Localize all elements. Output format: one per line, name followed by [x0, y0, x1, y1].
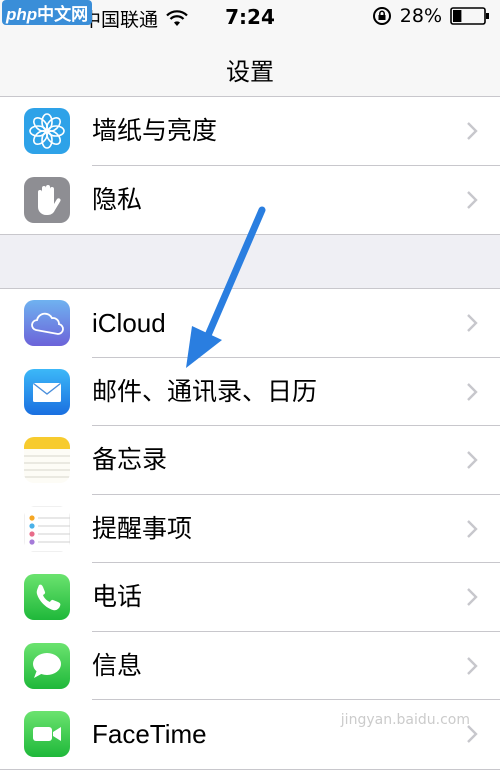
chevron-right-icon	[467, 656, 478, 675]
battery-icon	[450, 7, 489, 25]
status-right: 28%	[372, 5, 490, 27]
row-label: 邮件、通讯录、日历	[92, 376, 318, 406]
settings-row-privacy[interactable]: 隐私	[0, 166, 500, 235]
row-label: 隐私	[92, 184, 143, 214]
reminders-icon	[24, 505, 70, 552]
messages-icon	[24, 642, 70, 689]
chevron-right-icon	[467, 382, 478, 401]
row-label: 墙纸与亮度	[92, 116, 218, 145]
settings-row-notes[interactable]: 备忘录	[0, 426, 500, 495]
row-label: 提醒事项	[92, 513, 193, 543]
chevron-right-icon	[467, 190, 478, 209]
settings-row-messages[interactable]: 信息	[0, 632, 500, 700]
chevron-right-icon	[467, 588, 478, 606]
settings-row-reminders[interactable]: 提醒事项	[0, 495, 500, 563]
settings-group-apps: iCloud 邮件、通讯录、日历 备忘录 提醒事项 电话 信息 FaceTime	[0, 288, 500, 770]
wallpaper-flower-icon	[24, 108, 70, 154]
rotation-lock-icon	[372, 7, 391, 25]
chevron-right-icon	[467, 451, 478, 469]
battery-percent: 28%	[399, 5, 442, 27]
settings-row-phone[interactable]: 电话	[0, 563, 500, 632]
privacy-hand-icon	[24, 176, 70, 223]
php-cn-watermark-logo: php中文网	[2, 0, 93, 25]
facetime-icon	[24, 711, 70, 757]
chevron-right-icon	[467, 519, 478, 538]
chevron-right-icon	[467, 122, 478, 140]
settings-row-icloud[interactable]: iCloud	[0, 289, 500, 358]
row-label: 信息	[92, 650, 143, 680]
row-label: iCloud	[92, 308, 166, 338]
row-label: FaceTime	[92, 719, 207, 749]
navigation-bar: 设置	[0, 34, 500, 99]
settings-group-display: 墙纸与亮度 隐私	[0, 96, 500, 235]
page-title: 设置	[226, 58, 274, 86]
notes-icon	[24, 437, 70, 483]
settings-row-facetime[interactable]: FaceTime	[0, 700, 500, 769]
row-label: 电话	[92, 582, 143, 611]
settings-row-wallpaper-brightness[interactable]: 墙纸与亮度	[0, 97, 500, 166]
icloud-icon	[24, 300, 70, 346]
row-label: 备忘录	[92, 445, 168, 474]
chevron-right-icon	[467, 314, 478, 332]
settings-row-mail-contacts-calendars[interactable]: 邮件、通讯录、日历	[0, 358, 500, 426]
baidu-jingyan-watermark: jingyan.baidu.com	[340, 712, 470, 728]
phone-icon	[24, 574, 70, 620]
mail-icon	[24, 368, 70, 415]
